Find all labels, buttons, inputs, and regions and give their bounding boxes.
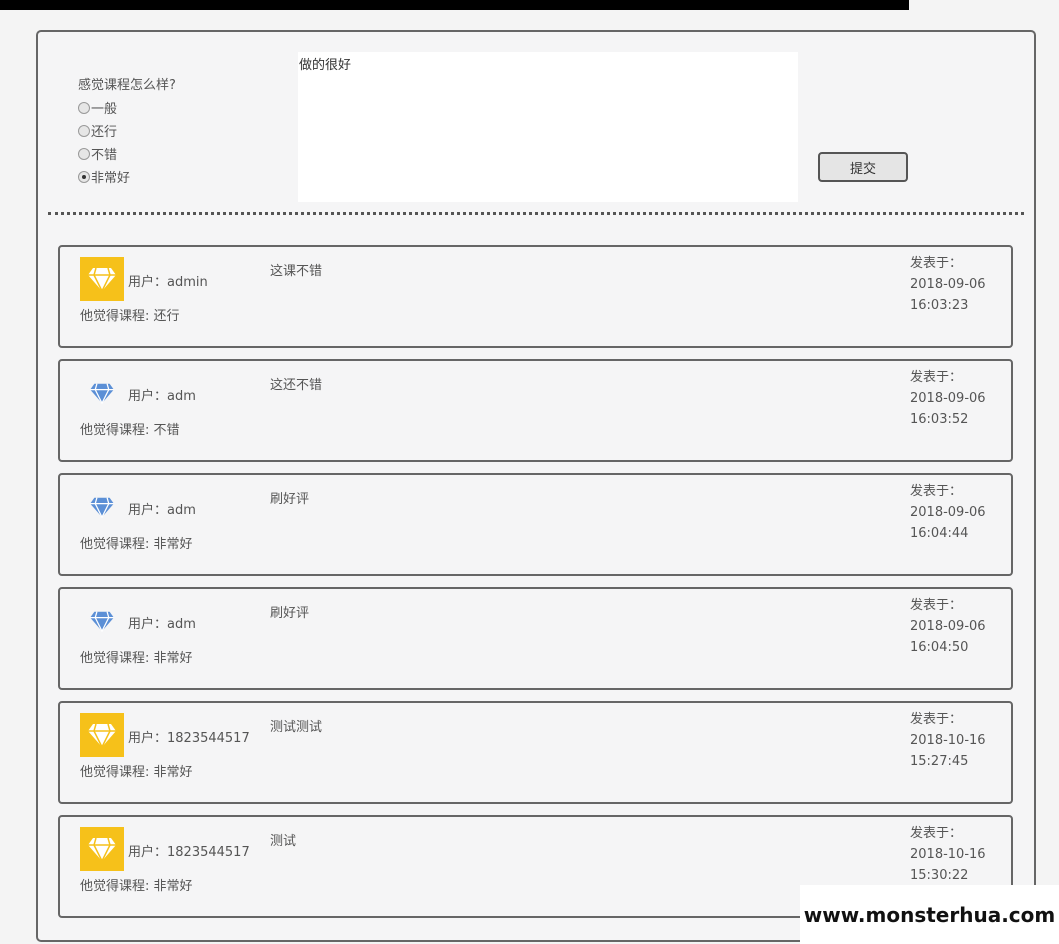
blue-diamond-icon (80, 371, 124, 415)
comment-card: 用户：admin 他觉得课程: 还行 这课不错 发表于： 2018-09-06 … (58, 245, 1013, 348)
comment-meta: 发表于： 2018-09-06 16:03:52 (910, 367, 986, 430)
posted-time: 16:04:44 (910, 526, 969, 541)
rating-option-2[interactable]: 还行 (78, 119, 130, 142)
posted-time: 15:30:22 (910, 868, 969, 883)
rating-option-label: 一般 (91, 102, 118, 117)
comment-content: 测试测试 (270, 720, 323, 735)
posted-label: 发表于： (910, 256, 963, 271)
rating-option-3[interactable]: 不错 (78, 142, 130, 165)
posted-label: 发表于： (910, 826, 963, 841)
posted-time: 16:03:23 (910, 298, 969, 313)
comment-content: 测试 (270, 834, 297, 849)
comment-username: 用户：adm (128, 617, 196, 632)
comment-textarea[interactable]: 做的很好 (298, 52, 798, 202)
radio-button[interactable] (78, 147, 90, 160)
gold-diamond-icon (80, 713, 124, 757)
comment-opinion: 他觉得课程: 不错 (80, 423, 180, 438)
submit-button[interactable]: 提交 (818, 152, 908, 182)
posted-date: 2018-09-06 (910, 505, 986, 520)
comment-card: 用户：adm 他觉得课程: 非常好 刷好评 发表于： 2018-09-06 16… (58, 473, 1013, 576)
posted-label: 发表于： (910, 598, 963, 613)
gold-diamond-icon (80, 257, 124, 301)
comment-meta: 发表于： 2018-10-16 15:30:22 (910, 823, 986, 886)
course-review-panel: 感觉课程怎么样? 一般 还行 不错 非常好 做的很好 提交 用户：admin 他… (36, 30, 1036, 942)
rating-option-label: 非常好 (91, 171, 131, 186)
comment-meta: 发表于： 2018-09-06 16:03:23 (910, 253, 986, 316)
blue-diamond-icon (80, 599, 124, 643)
posted-date: 2018-10-16 (910, 847, 986, 862)
posted-date: 2018-09-06 (910, 277, 986, 292)
comment-content: 这课不错 (270, 264, 323, 279)
posted-label: 发表于： (910, 484, 963, 499)
site-watermark: www.monsterhua.com (800, 885, 1059, 944)
comment-content: 刷好评 (270, 606, 310, 621)
radio-button[interactable] (78, 124, 90, 137)
rating-option-label: 还行 (91, 125, 118, 140)
rating-option-label: 不错 (91, 148, 118, 163)
gold-diamond-icon (80, 827, 124, 871)
blue-diamond-icon (80, 485, 124, 529)
comment-username: 用户：1823544517 (128, 845, 250, 860)
dotted-divider (48, 212, 1024, 215)
rating-option-1[interactable]: 一般 (78, 96, 130, 119)
radio-button-selected[interactable] (78, 170, 90, 183)
posted-date: 2018-10-16 (910, 733, 986, 748)
posted-time: 16:04:50 (910, 640, 969, 655)
radio-button[interactable] (78, 101, 90, 114)
comment-card: 用户：adm 他觉得课程: 不错 这还不错 发表于： 2018-09-06 16… (58, 359, 1013, 462)
comment-meta: 发表于： 2018-09-06 16:04:50 (910, 595, 986, 658)
comment-card: 用户：adm 他觉得课程: 非常好 刷好评 发表于： 2018-09-06 16… (58, 587, 1013, 690)
comment-content: 刷好评 (270, 492, 310, 507)
comment-opinion: 他觉得课程: 非常好 (80, 537, 193, 552)
comment-username: 用户：admin (128, 275, 208, 290)
posted-date: 2018-09-06 (910, 619, 986, 634)
comment-opinion: 他觉得课程: 还行 (80, 309, 180, 324)
comment-username: 用户：adm (128, 503, 196, 518)
top-black-bar (0, 0, 909, 10)
posted-label: 发表于： (910, 712, 963, 727)
comment-meta: 发表于： 2018-10-16 15:27:45 (910, 709, 986, 772)
comment-meta: 发表于： 2018-09-06 16:04:44 (910, 481, 986, 544)
comment-content: 这还不错 (270, 378, 323, 393)
comment-username: 用户：1823544517 (128, 731, 250, 746)
comment-opinion: 他觉得课程: 非常好 (80, 651, 193, 666)
rating-options: 一般 还行 不错 非常好 (78, 96, 130, 188)
comment-opinion: 他觉得课程: 非常好 (80, 879, 193, 894)
comment-opinion: 他觉得课程: 非常好 (80, 765, 193, 780)
comment-username: 用户：adm (128, 389, 196, 404)
posted-time: 15:27:45 (910, 754, 969, 769)
posted-date: 2018-09-06 (910, 391, 986, 406)
posted-label: 发表于： (910, 370, 963, 385)
rating-option-4[interactable]: 非常好 (78, 165, 130, 188)
comment-card: 用户：1823544517 他觉得课程: 非常好 测试测试 发表于： 2018-… (58, 701, 1013, 804)
posted-time: 16:03:52 (910, 412, 969, 427)
question-label: 感觉课程怎么样? (78, 78, 176, 93)
